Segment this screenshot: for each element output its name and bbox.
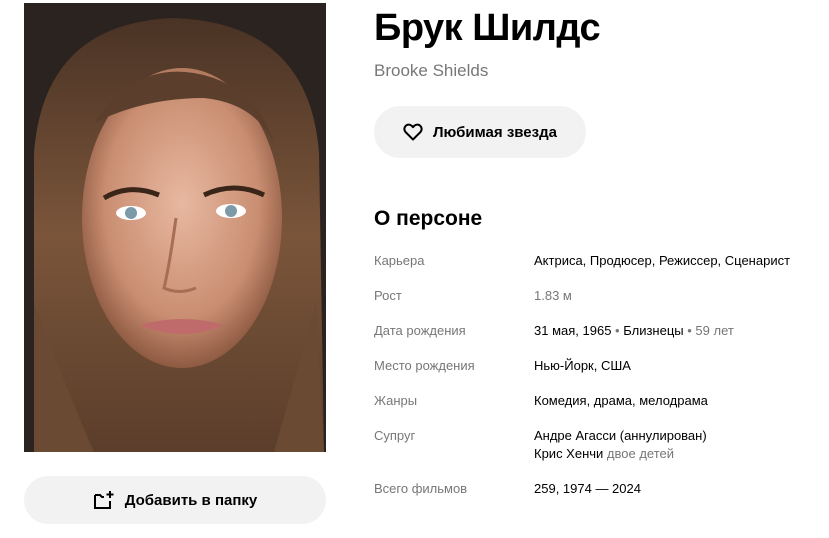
birth-date-label: Дата рождения: [374, 323, 466, 338]
person-name-ru: Брук Шилдс: [374, 7, 601, 49]
films-value: 259, 1974 — 2024: [534, 480, 641, 498]
spouse-2-note: двое детей: [606, 446, 675, 461]
birth-place-value: Нью-Йорк, США: [534, 357, 631, 375]
person-name-en: Brooke Shields: [374, 61, 489, 80]
age-value: 59 лет: [695, 323, 734, 338]
heart-icon: [403, 123, 423, 141]
folder-add-icon: [93, 490, 115, 510]
films-label: Всего фильмов: [374, 481, 468, 496]
career-link[interactable]: Актриса, Продюсер, Режиссер, Сценарист: [534, 253, 790, 268]
genres-label: Жанры: [374, 393, 418, 408]
genres-link[interactable]: Комедия, драма, мелодрама: [534, 393, 708, 408]
birth-place-label: Место рождения: [374, 358, 475, 373]
birth-place-link[interactable]: Нью-Йорк, США: [534, 358, 631, 373]
birth-date-link[interactable]: 31 мая, 1965: [534, 323, 611, 338]
spouse-label: Супруг: [374, 428, 416, 443]
birth-date-value: 31 мая, 1965 • Близнецы • 59 лет: [534, 323, 734, 338]
films-link[interactable]: 259, 1974 — 2024: [534, 481, 641, 496]
add-to-folder-label: Добавить в папку: [124, 491, 258, 509]
person-photo: [24, 3, 326, 452]
zodiac-sign-link[interactable]: Близнецы: [623, 323, 683, 338]
about-section-title: О персоне: [374, 207, 483, 230]
genres-value: Комедия, драма, мелодрама: [534, 392, 708, 410]
favorite-star-label: Любимая звезда: [433, 123, 557, 141]
spouse-2-link[interactable]: Крис Хенчи: [534, 446, 603, 461]
career-value: Актриса, Продюсер, Режиссер, Сценарист: [534, 252, 790, 270]
career-label: Карьера: [374, 253, 425, 268]
add-to-folder-button[interactable]: Добавить в папку: [24, 476, 326, 524]
spouse-1-link[interactable]: Андре Агасси (аннулирован): [534, 428, 707, 443]
favorite-star-button[interactable]: Любимая звезда: [374, 106, 586, 158]
height-label: Рост: [374, 288, 402, 303]
spouse-value: Андре Агасси (аннулирован) Крис Хенчи дв…: [534, 427, 707, 463]
height-value: 1.83 м: [534, 288, 572, 303]
